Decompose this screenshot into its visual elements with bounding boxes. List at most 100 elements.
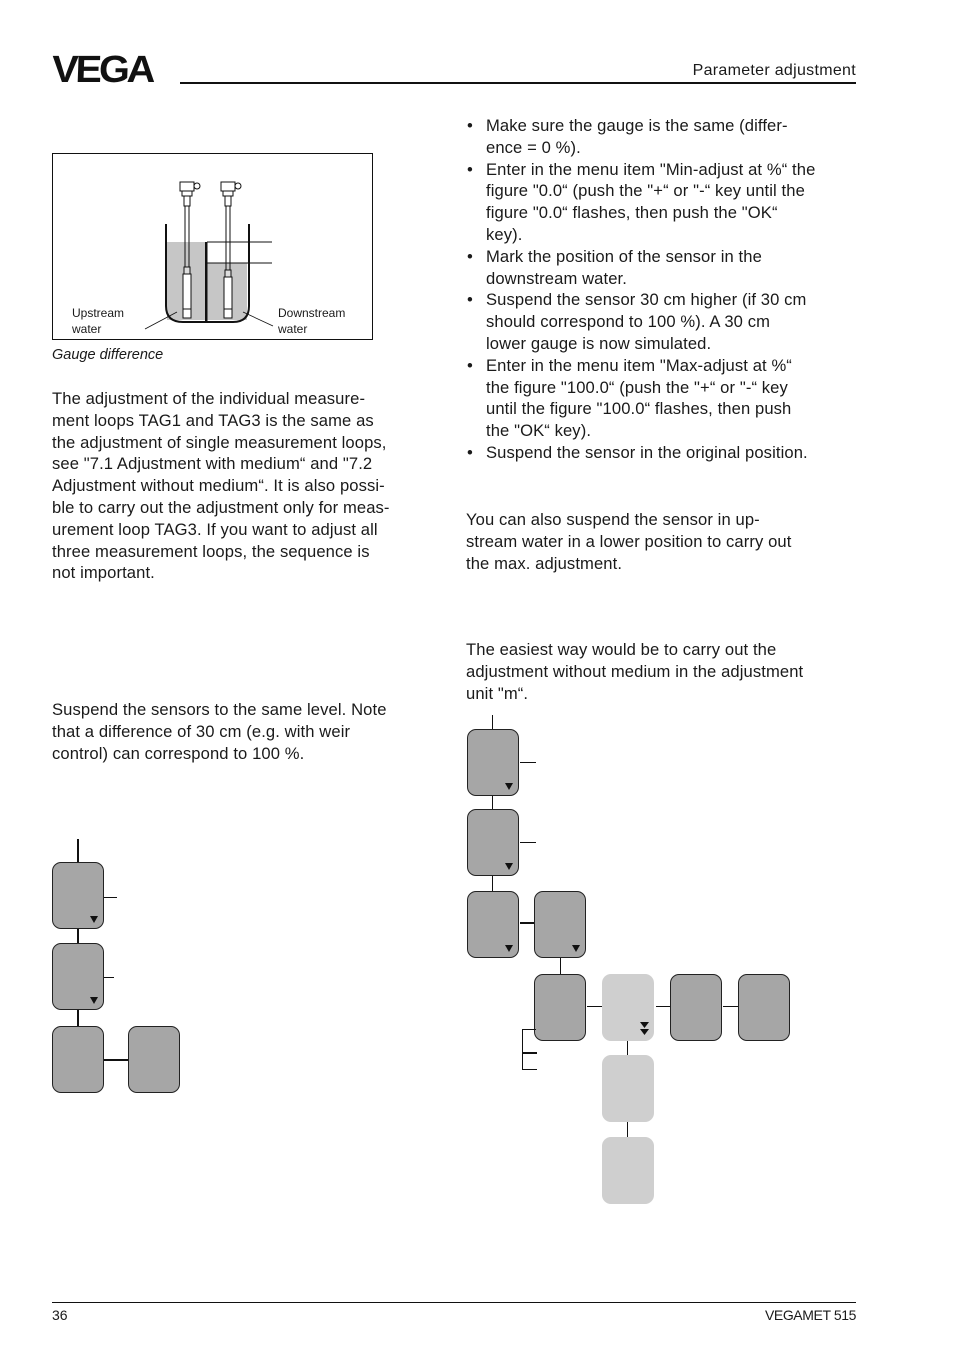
procedure-list: Make sure the gauge is the same (differ-… — [466, 115, 861, 464]
intro-paragraph: The adjustment of the individual measure… — [52, 388, 447, 584]
menu-tile[interactable] — [670, 974, 722, 1041]
connector-line — [522, 1069, 537, 1070]
connector-line — [520, 842, 536, 843]
easiest-line: unit "m“. — [466, 683, 529, 703]
menu-tile[interactable] — [52, 862, 104, 929]
section-title: Parameter adjustment — [692, 62, 856, 79]
weir-wall — [205, 242, 208, 322]
bullet-line: ence = 0 %). — [486, 137, 581, 157]
connector-line — [627, 1122, 628, 1137]
bullet-item: Enter in the menu item "Max-adjust at %“… — [466, 355, 861, 442]
scroll-down-icon — [505, 783, 513, 790]
bullet-item: Enter in the menu item "Min-adjust at %“… — [466, 159, 861, 246]
bullet-line: Mark the position of the sensor in the — [486, 246, 762, 266]
connector-line — [520, 762, 536, 763]
bullet-line: key). — [486, 224, 523, 244]
upstream-label-line2: water — [72, 322, 102, 336]
bullet-item: Suspend the sensor 30 cm higher (if 30 c… — [466, 289, 861, 354]
bullet-line: Suspend the sensor in the original posit… — [486, 442, 808, 462]
figure-caption: Gauge difference — [52, 347, 164, 363]
bullet-line: the "OK“ key). — [486, 421, 592, 441]
intro-line: ble to carry out the adjustment only for… — [52, 497, 390, 517]
intro-line: see "7.1 Adjustment with medium“ and "7.… — [52, 454, 373, 474]
header-rule — [180, 82, 856, 84]
suspend-line: that a difference of 30 cm (e.g. with we… — [52, 721, 351, 741]
bullet-line: figure "0.0“ flashes, then push the "OK“ — [486, 203, 778, 223]
bullet-line: Suspend the sensor 30 cm higher (if 30 c… — [486, 290, 807, 310]
menu-tile[interactable] — [52, 943, 104, 1010]
downstream-leader-line — [242, 311, 274, 327]
downstream-label-line1: Downstream — [278, 306, 346, 320]
connector-line — [656, 1006, 670, 1007]
gauge-difference-figure: Upstream water Downstream water — [52, 153, 373, 340]
alternative-line: stream water in a lower position to carr… — [466, 531, 792, 551]
bullet-line: Enter in the menu item "Min-adjust at %“… — [486, 159, 816, 179]
connector-line — [77, 929, 79, 944]
scroll-down-icon — [505, 863, 513, 870]
easiest-way-paragraph: The easiest way would be to carry out th… — [466, 639, 861, 704]
menu-tile[interactable] — [534, 891, 586, 958]
alternative-paragraph: You can also suspend the sensor in up- s… — [466, 509, 861, 574]
page-number: 36 — [52, 1307, 68, 1323]
menu-tile[interactable] — [467, 891, 519, 958]
connector-line — [77, 1010, 79, 1027]
intro-line: ment loops TAG1 and TAG3 is the same as — [52, 410, 374, 430]
upstream-label: Upstream water — [72, 305, 124, 337]
bullet-item: Make sure the gauge is the same (differ-… — [466, 115, 861, 159]
footer-rule — [52, 1302, 856, 1303]
intro-line: The adjustment of the individual measure… — [52, 389, 366, 408]
bullet-line: lower gauge is now simulated. — [486, 333, 712, 353]
connector-line — [104, 977, 114, 978]
menu-tile[interactable] — [534, 974, 586, 1041]
intro-line: the adjustment of single measurement loo… — [52, 432, 387, 452]
menu-tile[interactable] — [738, 974, 790, 1041]
connector-line — [560, 958, 561, 975]
bullet-line: downstream water. — [486, 268, 627, 288]
intro-line: urement loop TAG3. If you want to adjust… — [52, 519, 378, 539]
connector-line — [627, 1041, 628, 1056]
bullet-item: Suspend the sensor in the original posit… — [466, 442, 861, 464]
suspend-line: Suspend the sensors to the same level. N… — [52, 700, 387, 719]
menu-tile[interactable] — [52, 1026, 104, 1093]
suspend-line: control) can correspond to 100 %. — [52, 743, 305, 763]
connector-line — [723, 1006, 738, 1007]
scroll-down-icon — [90, 997, 98, 1004]
connector-line — [522, 1052, 537, 1054]
downstream-label: Downstream water — [278, 305, 345, 337]
connector-line — [104, 1059, 129, 1061]
connector-line — [492, 876, 493, 892]
bullet-line: figure "0.0“ (push the "+“ or "-“ key un… — [486, 181, 805, 201]
product-name: VEGAMET 515 — [764, 1307, 856, 1323]
intro-line: three measurement loops, the sequence is — [52, 541, 370, 561]
intro-line: not important. — [52, 563, 155, 583]
menu-tile-light[interactable] — [602, 1137, 654, 1204]
connector-line — [492, 796, 493, 810]
connector-line — [587, 1006, 603, 1007]
vega-logo: VEGA — [51, 49, 154, 91]
connector-line — [522, 1029, 536, 1030]
menu-tile-highlighted[interactable] — [602, 974, 654, 1041]
scroll-down-icon — [505, 945, 513, 952]
downstream-label-line2: water — [278, 322, 308, 336]
connector-line — [520, 922, 535, 924]
easiest-line: The easiest way would be to carry out th… — [466, 640, 777, 659]
double-arrow-down-icon — [640, 1022, 649, 1035]
connector-line — [77, 839, 79, 863]
bullet-line: Enter in the menu item "Max-adjust at %“ — [486, 355, 792, 375]
scroll-down-icon — [572, 945, 580, 952]
menu-tile[interactable] — [128, 1026, 180, 1093]
menu-tile[interactable] — [467, 809, 519, 876]
scroll-down-icon — [90, 916, 98, 923]
connector-line — [104, 897, 117, 898]
connector-line — [522, 1029, 523, 1070]
bullet-line: should correspond to 100 %). A 30 cm — [486, 312, 771, 332]
bullet-line: the figure "100.0“ (push the "+“ or "-“ … — [486, 377, 788, 397]
easiest-line: adjustment without medium in the adjustm… — [466, 661, 804, 681]
intro-line: Adjustment without medium“. It is also p… — [52, 476, 385, 496]
bullet-line: until the figure "100.0“ flashes, then p… — [486, 399, 792, 419]
menu-tile[interactable] — [467, 729, 519, 796]
upstream-label-line1: Upstream — [72, 306, 125, 320]
menu-tile-light[interactable] — [602, 1055, 654, 1122]
bullet-item: Mark the position of the sensor in the d… — [466, 246, 861, 290]
alternative-line: the max. adjustment. — [466, 553, 623, 573]
